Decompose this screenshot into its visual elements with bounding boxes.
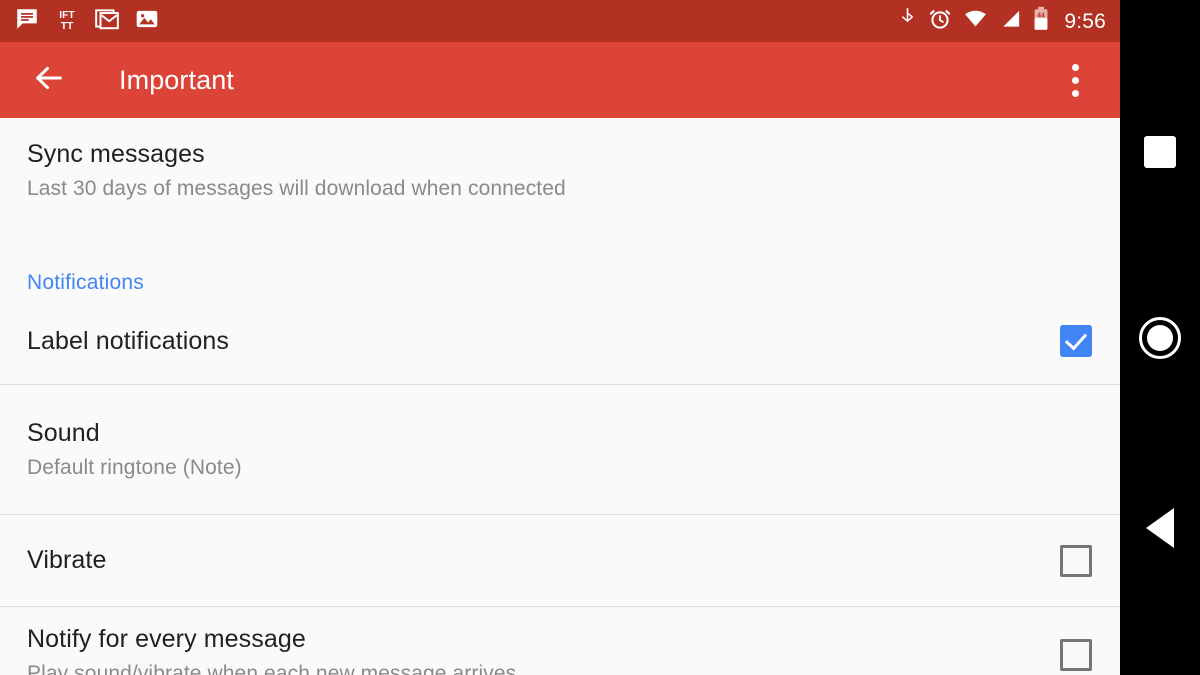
alarm-icon	[928, 7, 952, 36]
status-bar: IFT TT 44 9:56	[0, 0, 1120, 42]
square-icon	[1144, 136, 1176, 168]
more-vertical-icon-dot	[1071, 76, 1079, 84]
ifttt-icon: IFT TT	[54, 6, 80, 37]
navigation-bar	[1120, 0, 1200, 675]
svg-text:44: 44	[1037, 12, 1045, 19]
setting-title: Sync messages	[27, 140, 205, 168]
svg-text:TT: TT	[61, 20, 74, 31]
settings-list: Sync messages Last 30 days of messages w…	[0, 118, 1120, 675]
setting-title: Vibrate	[27, 546, 107, 575]
back-button[interactable]	[1138, 506, 1182, 550]
status-bar-notification-icons: IFT TT	[14, 6, 160, 37]
status-bar-clock: 9:56	[1064, 9, 1106, 33]
gmail-icon	[94, 6, 120, 37]
setting-row-label-notifications[interactable]: Label notifications	[0, 298, 1120, 384]
setting-texts: Notify for every message Play sound/vibr…	[27, 625, 1038, 675]
settings-category-notifications: Notifications	[0, 232, 1120, 298]
setting-row-notify-for-every-message[interactable]: Notify for every message Play sound/vibr…	[0, 607, 1120, 675]
overflow-menu-button[interactable]	[1052, 54, 1098, 106]
circle-icon	[1139, 317, 1181, 359]
setting-title: Label notifications	[27, 326, 230, 355]
setting-texts: Vibrate	[27, 546, 1038, 575]
svg-text:IFT: IFT	[59, 9, 75, 20]
setting-row-sync-messages[interactable]: Sync messages Last 30 days of messages w…	[0, 118, 1120, 232]
app-bar: Important	[0, 42, 1120, 118]
setting-summary: Default ringtone (Note)	[27, 455, 242, 479]
setting-title: Sound	[27, 419, 100, 448]
setting-texts: Sound Default ringtone (Note)	[27, 419, 1092, 480]
home-button[interactable]	[1136, 314, 1184, 362]
checkbox-notify-for-every-message[interactable]	[1060, 639, 1092, 671]
page-title: Important	[119, 64, 234, 95]
messages-icon	[14, 6, 40, 37]
category-title: Notifications	[27, 271, 144, 294]
screen: IFT TT 44 9:56 Important Sync messages L…	[0, 0, 1200, 675]
setting-summary: Play sound/vibrate when each new message…	[27, 661, 517, 675]
setting-summary: Last 30 days of messages will download w…	[27, 176, 566, 200]
setting-row-vibrate[interactable]: Vibrate	[0, 515, 1120, 606]
status-bar-system-icons: 44 9:56	[898, 6, 1106, 36]
checkbox-label-notifications[interactable]	[1060, 325, 1092, 357]
checkbox-vibrate[interactable]	[1060, 544, 1092, 577]
phone-viewport: IFT TT 44 9:56 Important Sync messages L…	[0, 0, 1120, 675]
photos-icon	[134, 6, 160, 37]
bluetooth-icon	[898, 7, 917, 36]
recents-button[interactable]	[1138, 130, 1182, 174]
setting-title: Notify for every message	[27, 625, 306, 653]
battery-icon: 44	[1033, 6, 1049, 36]
more-vertical-icon-dot	[1071, 89, 1079, 97]
triangle-left-icon	[1146, 508, 1174, 548]
circle-icon-fill	[1147, 325, 1173, 351]
wifi-icon	[963, 7, 988, 36]
setting-texts: Sync messages Last 30 days of messages w…	[27, 140, 1092, 201]
setting-row-sound[interactable]: Sound Default ringtone (Note)	[0, 385, 1120, 514]
more-vertical-icon-dot	[1071, 63, 1079, 71]
setting-texts: Label notifications	[27, 327, 1038, 356]
arrow-left-icon	[32, 61, 66, 100]
cellular-signal-icon	[999, 7, 1022, 36]
back-navigation-button[interactable]	[26, 57, 72, 103]
